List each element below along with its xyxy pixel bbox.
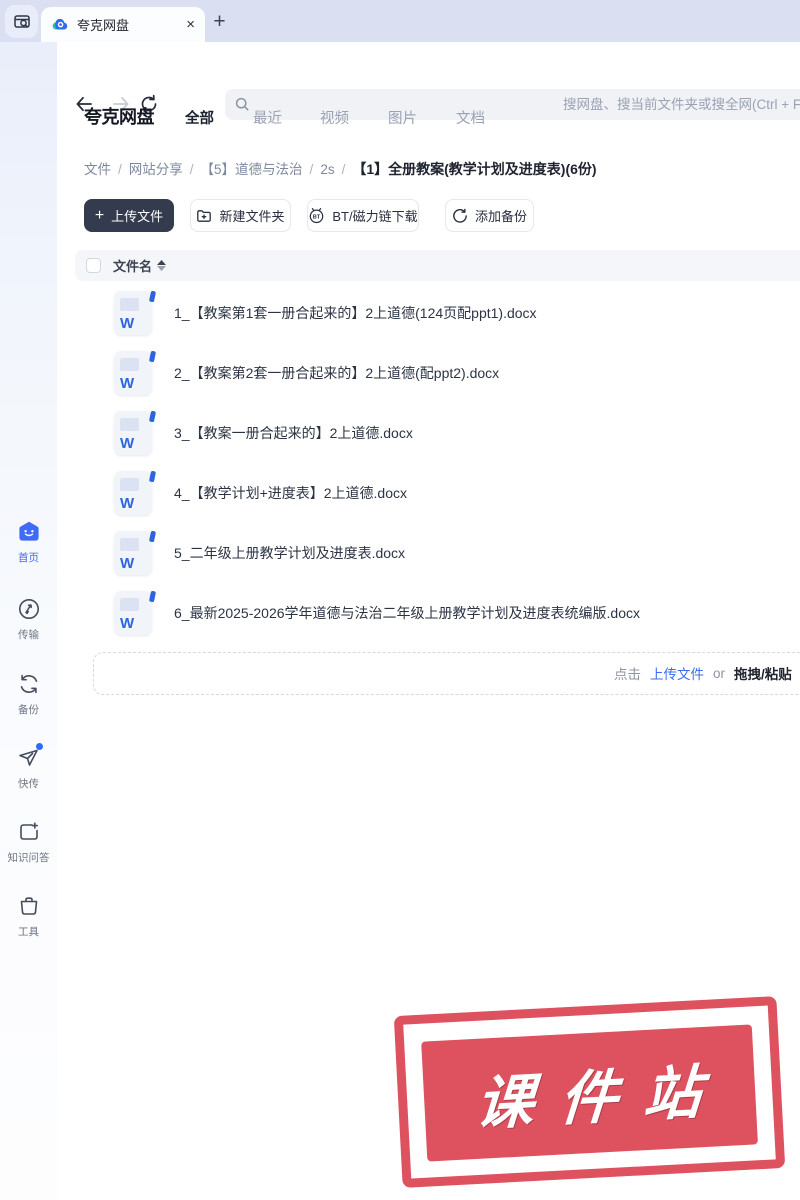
docx-file-icon: W [114,350,157,395]
svg-text:BT: BT [313,215,321,221]
sidebar-label-tools: 工具 [18,926,39,938]
knowledge-qa-icon [16,819,42,845]
quick-send-icon [16,743,43,771]
file-name[interactable]: 5_二年级上册教学计划及进度表.docx [174,543,405,563]
docx-file-icon: W [114,590,157,635]
tab-image[interactable]: 图片 [388,107,417,128]
browser-tabstrip: 夸克网盘 × + [0,0,800,42]
filename-column-header: 文件名 [113,259,153,274]
file-row[interactable]: W 1_【教案第1套一册合起来的】2上道德(124页配ppt1).docx [75,283,800,343]
quark-drive-window: 夸克网盘 × + 搜网盘、搜当前文件夹或搜全网(Ctrl + F 首页 传输 备… [0,0,800,1200]
backup-circle-icon [452,208,468,224]
upload-hint: 点击 上传文件 or 拖拽/粘贴 到空白处 [614,653,800,693]
add-backup-button[interactable]: 添加备份 [445,199,534,232]
page-title: 夸克网盘 [84,107,155,127]
breadcrumb-item-shared[interactable]: 网站分享 [129,158,183,178]
quark-logo-icon [51,16,69,34]
sidebar-label-quick-send: 快传 [18,778,39,790]
watermark-stamp: 课件站 [393,996,786,1188]
docx-file-icon: W [114,410,157,455]
upload-file-label: 上传文件 [111,209,164,224]
breadcrumb-current: 【1】全册教案(教学计划及进度表)(6份) [352,161,597,177]
docx-file-icon: W [114,470,157,515]
sidebar-item-knowledge-qa[interactable]: 知识问答 [0,819,57,865]
home-icon [16,519,42,545]
docx-file-icon: W [114,290,157,335]
sidebar-item-home[interactable]: 首页 [0,519,57,565]
folder-plus-icon [196,208,212,224]
sidebar: 首页 传输 备份 快传 知识问答 工具 [0,42,57,1200]
sidebar-item-tools[interactable]: 工具 [0,893,57,939]
file-row[interactable]: W 5_二年级上册教学计划及进度表.docx [75,523,800,583]
tab-recent[interactable]: 最近 [253,107,282,128]
file-row[interactable]: W 3_【教案一册合起来的】2上道德.docx [75,403,800,463]
sort-icon[interactable] [157,260,167,271]
stamp-text: 课件站 [474,1058,731,1138]
tab-close-icon[interactable]: × [186,17,195,32]
breadcrumb-item-subject[interactable]: 【5】道德与法治 [201,158,303,178]
search-input[interactable]: 搜网盘、搜当前文件夹或搜全网(Ctrl + F [225,89,800,120]
tab-video[interactable]: 视频 [320,107,349,128]
hint-drag: 拖拽/粘贴 [734,667,792,682]
file-name[interactable]: 4_【教学计划+进度表】2上道德.docx [174,483,407,503]
browser-toolbar: 搜网盘、搜当前文件夹或搜全网(Ctrl + F [0,42,800,120]
sidebar-label-home: 首页 [18,552,39,564]
docx-file-icon: W [114,530,157,575]
sidebar-item-quick-send[interactable]: 快传 [0,743,57,791]
file-name[interactable]: 2_【教案第2套一册合起来的】2上道德(配ppt2).docx [174,363,499,383]
breadcrumb-item-2s[interactable]: 2s [320,162,334,177]
file-row[interactable]: W 6_最新2025-2026学年道德与法治二年级上册教学计划及进度表统编版.d… [75,583,800,643]
breadcrumb-item-files[interactable]: 文件 [84,158,111,178]
new-folder-label: 新建文件夹 [219,209,285,224]
bt-icon: BT [308,207,325,224]
file-name[interactable]: 3_【教案一册合起来的】2上道德.docx [174,423,413,443]
search-icon [234,96,251,113]
select-all-checkbox[interactable] [86,258,101,273]
file-table-header: 文件名 [75,250,800,281]
notification-badge [35,743,43,750]
upload-dropzone[interactable]: 点击 上传文件 or 拖拽/粘贴 到空白处 [93,652,800,695]
browser-tab-quark[interactable]: 夸克网盘 × [41,7,205,42]
breadcrumb: 文件 / 网站分享 / 【5】道德与法治 / 2s / 【1】全册教案(教学计划… [84,158,597,179]
search-placeholder: 搜网盘、搜当前文件夹或搜全网(Ctrl + F [563,97,800,112]
backup-icon [16,671,42,697]
hint-or: or [713,665,726,681]
file-row[interactable]: W 2_【教案第2套一册合起来的】2上道德(配ppt2).docx [75,343,800,403]
tab-document[interactable]: 文档 [456,107,485,128]
file-name[interactable]: 1_【教案第1套一册合起来的】2上道德(124页配ppt1).docx [174,303,537,323]
transfer-icon [16,596,42,622]
new-folder-button[interactable]: 新建文件夹 [190,199,291,232]
add-backup-label: 添加备份 [474,209,527,224]
hint-prefix: 点击 [614,667,641,682]
file-name[interactable]: 6_最新2025-2026学年道德与法治二年级上册教学计划及进度表统编版.doc… [174,603,640,623]
window-search-icon [13,13,31,31]
breadcrumb-separator: / [341,162,346,177]
breadcrumb-separator: / [309,162,314,177]
tools-icon [16,893,42,919]
bt-download-label: BT/磁力链下载 [332,209,418,224]
sidebar-item-transfer[interactable]: 传输 [0,596,57,642]
breadcrumb-separator: / [189,162,194,177]
file-row[interactable]: W 4_【教学计划+进度表】2上道德.docx [75,463,800,523]
sidebar-item-backup[interactable]: 备份 [0,671,57,717]
bt-magnet-download-button[interactable]: BT BT/磁力链下载 [307,199,419,232]
file-list: W 1_【教案第1套一册合起来的】2上道德(124页配ppt1).docx W … [75,283,800,643]
sidebar-label-transfer: 传输 [18,629,39,641]
stamp-inner: 课件站 [421,1024,758,1162]
plus-icon: + [94,206,105,224]
upload-file-link[interactable]: 上传文件 [650,663,704,683]
sidebar-label-backup: 备份 [18,704,39,716]
breadcrumb-separator: / [118,162,122,177]
tab-search-button[interactable] [5,5,38,38]
tab-title: 夸克网盘 [77,18,130,33]
upload-file-button[interactable]: + 上传文件 [84,199,174,232]
sidebar-label-knowledge-qa: 知识问答 [7,852,50,864]
new-tab-button[interactable]: + [206,8,233,35]
tab-all[interactable]: 全部 [185,107,214,128]
